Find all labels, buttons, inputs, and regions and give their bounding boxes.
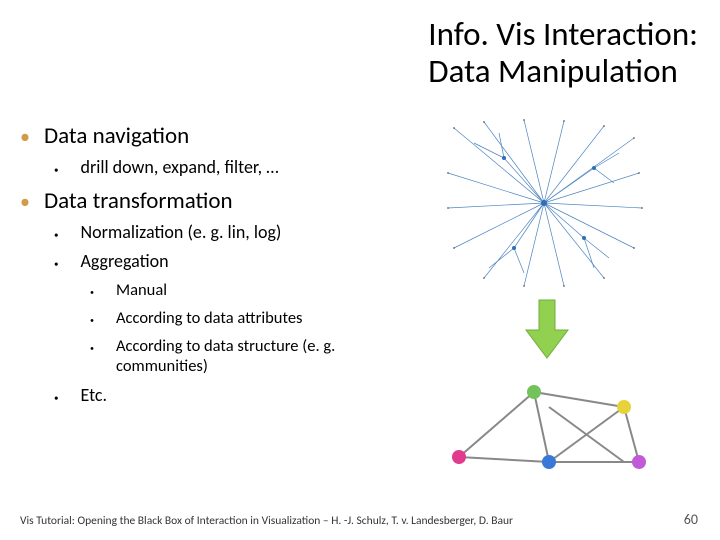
bullet-text: Etc. [80,384,107,406]
bullet-text: Data navigation [44,122,189,150]
bullet-icon: • [20,192,30,212]
network-graph-figure [444,118,644,288]
bullet-icon: • [20,127,30,147]
bullet-text: Normalization (e. g. lin, log) [80,221,281,243]
bullet-text: According to data attributes [116,308,303,328]
bullet-text: Manual [116,280,167,300]
slide-title: Info. Vis Interaction: Data Manipulation [428,16,698,90]
bullet-text: drill down, expand, filter, … [80,156,278,178]
bullet-icon: • [54,257,58,273]
title-line-2: Data Manipulation [428,53,698,90]
bullet-icon: • [54,228,58,244]
aggregated-graph-figure [424,362,664,482]
page-number: 60 [684,511,698,528]
bullet-icon: • [90,286,94,300]
bullet-text: Data transformation [44,187,233,215]
title-line-1: Info. Vis Interaction: [428,16,698,53]
bullet-text: According to data structure (e. g. commu… [116,336,396,376]
bullet-icon: • [54,391,58,407]
bullet-icon: • [90,314,94,328]
footer-citation: Vis Tutorial: Opening the Black Box of I… [20,514,513,528]
bullet-icon: • [90,342,94,356]
content-area: • Data navigation • drill down, expand, … [20,122,450,416]
bullet-text: Aggregation [80,250,168,272]
bullet-icon: • [54,163,58,179]
down-arrow-icon [522,298,572,360]
